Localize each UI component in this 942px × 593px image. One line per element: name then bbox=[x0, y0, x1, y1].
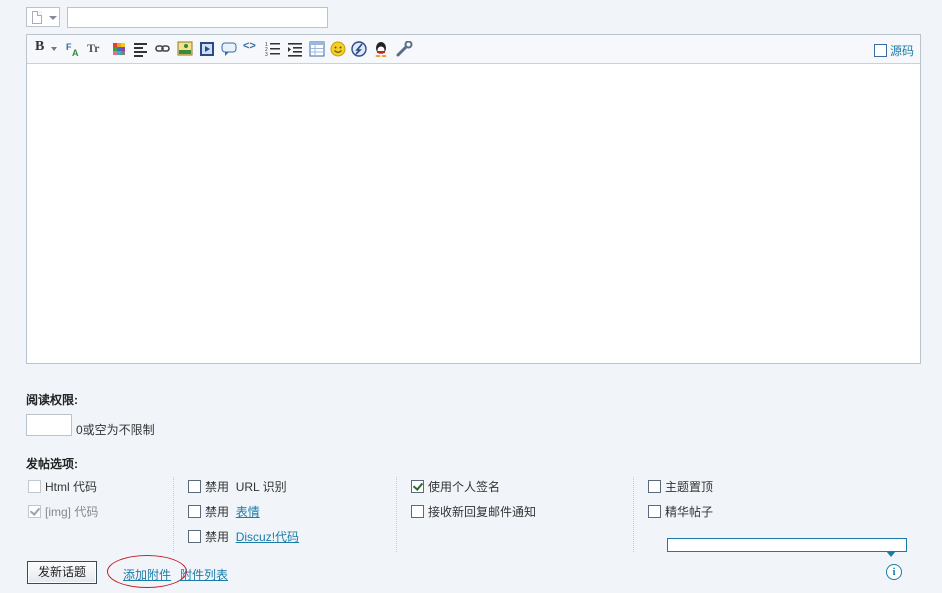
svg-text:A: A bbox=[72, 48, 79, 57]
read-permission-input[interactable] bbox=[26, 414, 72, 436]
email-notify-checkbox[interactable] bbox=[411, 505, 424, 518]
tools-icon[interactable] bbox=[396, 40, 413, 57]
image-icon[interactable] bbox=[177, 41, 193, 57]
media-icon[interactable] bbox=[199, 41, 215, 57]
option-prefix: 禁用 bbox=[205, 530, 230, 544]
color-icon[interactable] bbox=[111, 41, 127, 57]
read-permission-title: 阅读权限: bbox=[26, 393, 78, 407]
digest-checkbox[interactable] bbox=[648, 505, 661, 518]
sticky-checkbox[interactable] bbox=[648, 480, 661, 493]
bold-icon[interactable]: B bbox=[35, 39, 51, 55]
option-disable-smilies[interactable]: 禁用 表情 bbox=[188, 504, 260, 520]
editor-content-area[interactable] bbox=[27, 64, 920, 363]
option-label: 主题置顶 bbox=[665, 480, 714, 494]
tooltip-pointer bbox=[886, 551, 896, 557]
read-permission-hint: 0或空为不限制 bbox=[76, 423, 155, 437]
thread-type-select[interactable] bbox=[26, 7, 60, 27]
use-signature-checkbox[interactable] bbox=[411, 480, 424, 493]
ordered-list-icon[interactable]: 123 bbox=[265, 41, 281, 58]
code-icon[interactable]: <> bbox=[243, 40, 259, 56]
link-icon[interactable] bbox=[155, 43, 170, 52]
document-icon bbox=[32, 11, 42, 24]
option-label: URL 识别 bbox=[235, 480, 287, 494]
flash-icon[interactable] bbox=[351, 41, 367, 57]
info-icon[interactable]: i bbox=[886, 564, 902, 580]
qq-icon[interactable] bbox=[373, 41, 389, 57]
source-mode-toggle[interactable]: 源码 bbox=[873, 42, 914, 58]
source-label[interactable]: 源码 bbox=[890, 44, 914, 58]
option-sticky[interactable]: 主题置顶 bbox=[648, 479, 713, 495]
html-code-checkbox[interactable] bbox=[28, 480, 41, 493]
post-editor: B FA Tr <> 123 源码 bbox=[26, 34, 921, 364]
indent-icon[interactable] bbox=[287, 41, 303, 57]
chevron-down-icon bbox=[49, 16, 57, 20]
option-label: 接收新回复邮件通知 bbox=[428, 505, 537, 519]
option-prefix: 禁用 bbox=[205, 480, 230, 494]
align-icon[interactable] bbox=[133, 41, 149, 57]
column-divider bbox=[633, 477, 634, 552]
option-disable-url[interactable]: 禁用 URL 识别 bbox=[188, 479, 287, 495]
column-divider bbox=[173, 477, 174, 552]
option-use-signature[interactable]: 使用个人签名 bbox=[411, 479, 500, 495]
option-prefix: 禁用 bbox=[205, 505, 230, 519]
option-disable-discuzcode[interactable]: 禁用 Discuz!代码 bbox=[188, 529, 299, 545]
smilies-link[interactable]: 表情 bbox=[236, 505, 260, 519]
font-size-icon[interactable]: Tr bbox=[87, 41, 103, 57]
option-digest[interactable]: 精华帖子 bbox=[648, 504, 713, 520]
option-label: [img] 代码 bbox=[45, 505, 99, 519]
attachment-list-link[interactable]: 附件列表 bbox=[180, 566, 228, 583]
option-img-code[interactable]: [img] 代码 bbox=[28, 504, 98, 520]
option-label: 使用个人签名 bbox=[428, 480, 501, 494]
quote-icon[interactable] bbox=[221, 41, 237, 57]
tooltip-box bbox=[667, 538, 907, 552]
disable-url-checkbox[interactable] bbox=[188, 480, 201, 493]
submit-new-thread-button[interactable]: 发新话题 bbox=[27, 561, 97, 584]
editor-toolbar: B FA Tr <> 123 源码 bbox=[27, 35, 920, 64]
option-label: 精华帖子 bbox=[665, 505, 714, 519]
option-label: Html 代码 bbox=[45, 480, 97, 494]
img-code-checkbox[interactable] bbox=[28, 505, 41, 518]
subject-input[interactable] bbox=[67, 7, 328, 28]
option-email-notify[interactable]: 接收新回复邮件通知 bbox=[411, 504, 536, 520]
chevron-down-icon[interactable] bbox=[51, 47, 57, 51]
source-checkbox[interactable] bbox=[873, 44, 887, 57]
font-icon[interactable]: FA bbox=[65, 41, 81, 58]
column-divider bbox=[396, 477, 397, 552]
option-html-code[interactable]: Html 代码 bbox=[28, 479, 97, 495]
smiley-icon[interactable] bbox=[330, 41, 346, 57]
table-icon[interactable] bbox=[309, 41, 325, 57]
discuzcode-link[interactable]: Discuz!代码 bbox=[236, 530, 299, 544]
post-options-title: 发帖选项: bbox=[26, 457, 78, 471]
add-attachment-link[interactable]: 添加附件 bbox=[123, 566, 171, 583]
disable-discuzcode-checkbox[interactable] bbox=[188, 530, 201, 543]
disable-smilies-checkbox[interactable] bbox=[188, 505, 201, 518]
svg-text:3: 3 bbox=[265, 52, 268, 57]
